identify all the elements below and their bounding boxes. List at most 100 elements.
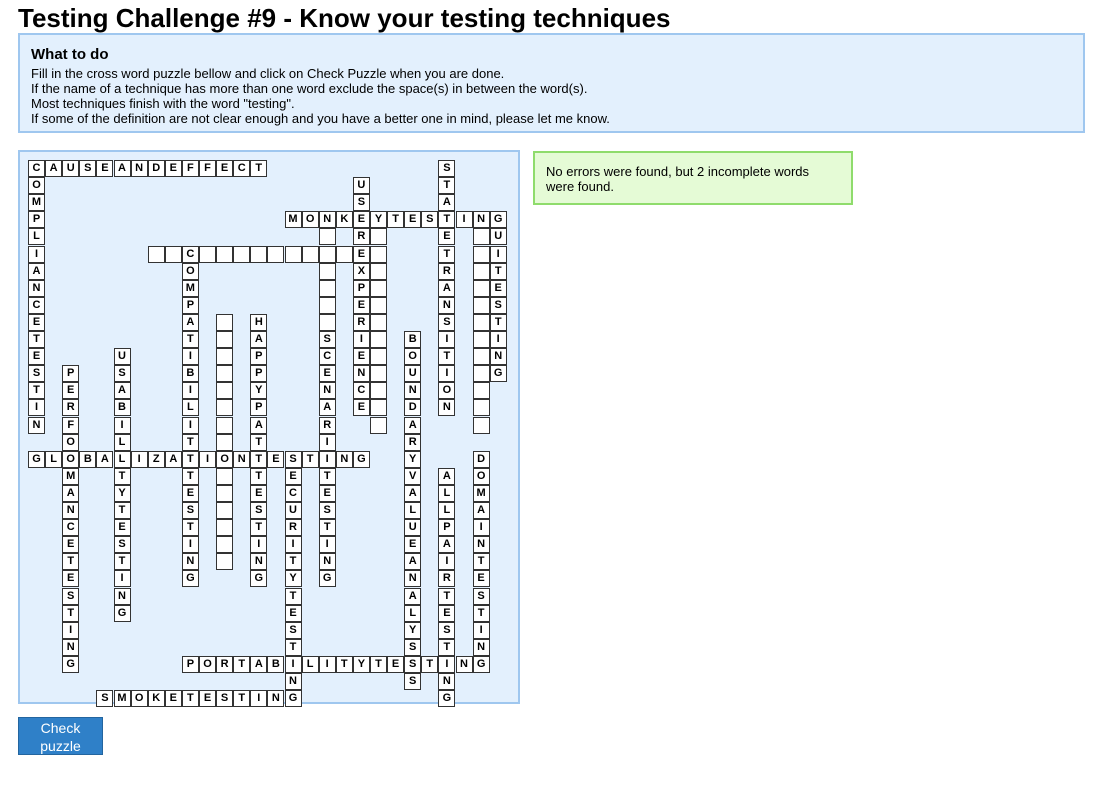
crossword-cell[interactable] — [472, 416, 490, 434]
crossword-cell[interactable] — [370, 313, 387, 331]
crossword-cell[interactable]: T — [28, 331, 45, 348]
crossword-cell[interactable]: I — [472, 519, 490, 537]
crossword-cell[interactable]: T — [181, 450, 199, 468]
crossword-cell[interactable] — [199, 245, 216, 263]
crossword-cell[interactable]: A — [45, 160, 63, 177]
crossword-cell[interactable] — [216, 553, 234, 571]
crossword-cell[interactable] — [472, 365, 490, 383]
crossword-cell[interactable]: T — [472, 604, 490, 622]
crossword-cell[interactable]: G — [284, 690, 302, 708]
crossword-cell[interactable]: C — [318, 348, 336, 366]
crossword-cell[interactable]: R — [284, 519, 302, 537]
crossword-cell[interactable]: Y — [113, 484, 131, 502]
crossword-cell[interactable]: L — [45, 450, 63, 468]
crossword-cell[interactable]: T — [233, 690, 251, 708]
crossword-cell[interactable]: R — [352, 228, 370, 246]
crossword-cell[interactable]: T — [370, 655, 387, 673]
crossword-cell[interactable]: T — [318, 467, 336, 485]
crossword-cell[interactable] — [370, 331, 387, 348]
crossword-cell[interactable]: L — [301, 655, 319, 673]
crossword-cell[interactable]: S — [216, 690, 234, 708]
crossword-cell[interactable]: N — [318, 553, 336, 571]
crossword-cell[interactable]: T — [335, 655, 353, 673]
crossword-cell[interactable]: T — [318, 519, 336, 537]
crossword-cell[interactable]: N — [181, 553, 199, 571]
crossword-cell[interactable] — [318, 245, 336, 263]
crossword-cell[interactable]: L — [404, 604, 422, 622]
crossword-cell[interactable] — [318, 228, 336, 246]
crossword-cell[interactable] — [216, 382, 234, 400]
crossword-cell[interactable] — [370, 262, 387, 280]
crossword-cell[interactable]: B — [267, 655, 285, 673]
crossword-cell[interactable]: T — [181, 467, 199, 485]
crossword-cell[interactable]: P — [181, 296, 199, 314]
crossword-cell[interactable] — [233, 245, 251, 263]
crossword-cell[interactable]: S — [438, 313, 456, 331]
crossword-cell[interactable]: A — [438, 536, 456, 554]
crossword-cell[interactable]: L — [404, 502, 422, 519]
crossword-cell[interactable]: I — [489, 245, 507, 263]
crossword-cell[interactable]: N — [489, 348, 507, 366]
crossword-cell[interactable]: G — [113, 604, 131, 622]
crossword-cell[interactable]: I — [318, 536, 336, 554]
crossword-cell[interactable]: R — [352, 313, 370, 331]
crossword-cell[interactable] — [216, 365, 234, 383]
crossword-cell[interactable]: A — [164, 450, 182, 468]
crossword-cell[interactable]: T — [113, 553, 131, 571]
crossword-cell[interactable]: E — [404, 211, 422, 229]
crossword-cell[interactable]: G — [438, 690, 456, 708]
crossword-cell[interactable]: P — [250, 365, 268, 383]
crossword-cell[interactable]: O — [404, 348, 422, 366]
crossword-cell[interactable]: N — [267, 690, 285, 708]
crossword-cell[interactable] — [216, 313, 234, 331]
crossword-cell[interactable]: T — [62, 553, 80, 571]
crossword-cell[interactable]: N — [113, 587, 131, 605]
crossword-cell[interactable]: N — [352, 365, 370, 383]
crossword-cell[interactable]: T — [438, 638, 456, 656]
crossword-cell[interactable]: T — [181, 519, 199, 537]
crossword-cell[interactable] — [472, 262, 490, 280]
crossword-cell[interactable] — [370, 228, 387, 246]
crossword-cell[interactable]: P — [352, 279, 370, 297]
crossword-cell[interactable]: V — [404, 467, 422, 485]
crossword-cell[interactable]: R — [62, 399, 80, 417]
crossword-cell[interactable]: P — [28, 211, 45, 229]
crossword-cell[interactable]: E — [318, 365, 336, 383]
crossword-cell[interactable] — [318, 262, 336, 280]
crossword-cell[interactable] — [216, 399, 234, 417]
crossword-cell[interactable]: L — [438, 502, 456, 519]
crossword-cell[interactable]: U — [404, 365, 422, 383]
crossword-cell[interactable]: E — [267, 450, 285, 468]
crossword-cell[interactable]: S — [79, 160, 97, 177]
crossword-cell[interactable]: T — [181, 690, 199, 708]
crossword-cell[interactable] — [318, 296, 336, 314]
crossword-cell[interactable]: A — [404, 553, 422, 571]
crossword-cell[interactable] — [472, 245, 490, 263]
crossword-cell[interactable]: P — [250, 399, 268, 417]
crossword-cell[interactable]: S — [352, 194, 370, 212]
crossword-cell[interactable]: N — [438, 673, 456, 690]
crossword-cell[interactable]: I — [455, 211, 473, 229]
crossword-cell[interactable]: A — [113, 382, 131, 400]
crossword-cell[interactable] — [216, 331, 234, 348]
crossword-cell[interactable]: A — [472, 502, 490, 519]
crossword-cell[interactable]: E — [164, 690, 182, 708]
crossword-cell[interactable]: G — [489, 211, 507, 229]
crossword-cell[interactable]: S — [96, 690, 114, 708]
crossword-cell[interactable]: C — [62, 519, 80, 537]
crossword-cell[interactable]: E — [62, 570, 80, 588]
crossword-cell[interactable] — [370, 416, 387, 434]
crossword-cell[interactable]: B — [113, 399, 131, 417]
crossword-cell[interactable]: I — [28, 399, 45, 417]
crossword-cell[interactable]: S — [404, 673, 422, 690]
crossword-cell[interactable]: T — [181, 433, 199, 451]
crossword-cell[interactable]: S — [181, 502, 199, 519]
crossword-cell[interactable]: M — [181, 279, 199, 297]
crossword-cell[interactable]: T — [28, 382, 45, 400]
crossword-cell[interactable]: I — [250, 690, 268, 708]
crossword-cell[interactable]: H — [250, 313, 268, 331]
crossword-cell[interactable]: Y — [370, 211, 387, 229]
crossword-cell[interactable] — [370, 382, 387, 400]
crossword-cell[interactable]: S — [404, 638, 422, 656]
crossword-cell[interactable] — [472, 228, 490, 246]
